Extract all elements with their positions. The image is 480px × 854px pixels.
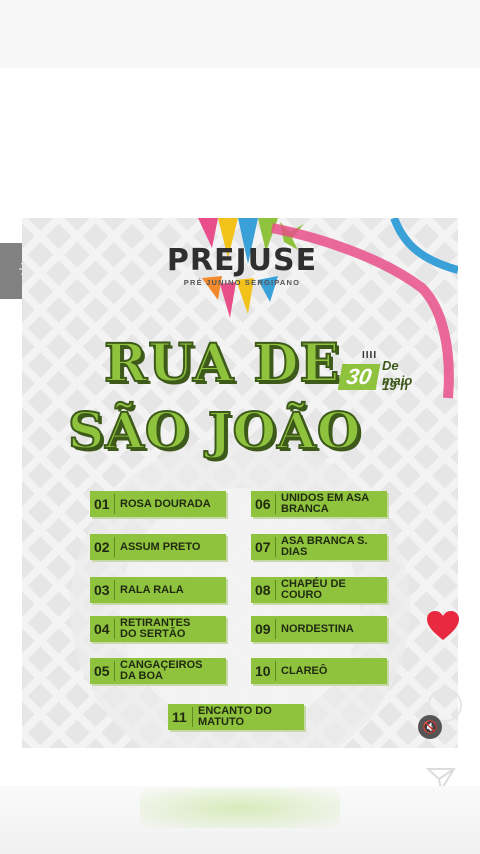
bottom-glow	[140, 788, 340, 828]
lineup-divider	[114, 580, 115, 600]
lineup-item: 11 ENCANTO DO MATUTO	[168, 704, 304, 730]
lineup-label: RETIRANTES DO SERTÃO	[120, 617, 191, 640]
mute-icon[interactable]: 🔇	[418, 715, 442, 739]
lineup-label: ENCANTO DO MATUTO	[198, 705, 272, 728]
lineup-divider	[275, 580, 276, 600]
logo-subtitle: PRÉ JUNINO SERGIPANO	[183, 278, 301, 287]
lineup-label: ASSUM PRETO	[120, 540, 201, 553]
lineup-divider	[275, 661, 276, 681]
lineup-label: ASA BRANCA S. DIAS	[281, 535, 368, 558]
lineup-divider	[114, 619, 115, 639]
lineup-number: 03	[94, 582, 110, 598]
lineup-divider	[114, 537, 115, 557]
lineup-label: UNIDOS EM ASA BRANCA	[281, 492, 370, 515]
lineup-number: 05	[94, 663, 110, 679]
lineup-label: ROSA DOURADA	[120, 497, 211, 510]
date-ticks: IIII	[362, 350, 378, 361]
lineup-label: CLAREÔ	[281, 664, 328, 677]
lineup-label: CANGAÇEIROS DA BOA	[120, 659, 203, 682]
post-image: PREJUSE PRÉ JUNINO SERGIPANO RUA DE SÃO …	[22, 218, 458, 748]
logo-name: PREJUSE	[166, 243, 318, 278]
lineup-item: 01 ROSA DOURADA	[90, 491, 226, 517]
lineup-item: 03 RALA RALA	[90, 577, 226, 603]
lineup-number: 08	[255, 582, 271, 598]
date-day: 30	[337, 364, 381, 390]
lineup-divider	[192, 707, 193, 727]
lineup-item: 07 ASA BRANCA S. DIAS	[251, 534, 387, 560]
heart-icon[interactable]	[425, 610, 461, 642]
lineup-item: 08 CHAPÉU DE COURO	[251, 577, 387, 603]
lineup-number: 01	[94, 496, 110, 512]
date-time: 19 h	[382, 378, 409, 393]
lineup-number: 06	[255, 496, 271, 512]
lineup-divider	[114, 494, 115, 514]
headline-line2: SÃO JOÃO	[67, 401, 362, 461]
lineup-divider	[114, 661, 115, 681]
lineup-number: 02	[94, 539, 110, 555]
top-bar	[0, 0, 480, 66]
event-date: IIII 30 De maio 19 h	[337, 350, 422, 398]
lineup-divider	[275, 537, 276, 557]
lineup-number: 10	[255, 663, 271, 679]
lineup-divider	[275, 494, 276, 514]
lineup-number: 11	[172, 709, 187, 725]
lineup-item: 10 CLAREÔ	[251, 658, 387, 684]
lineup-divider	[275, 619, 276, 639]
lineup-item: 04 RETIRANTES DO SERTÃO	[90, 616, 226, 642]
lineup-number: 07	[255, 539, 271, 555]
lineup-item: 06 UNIDOS EM ASA BRANCA	[251, 491, 387, 517]
lineup-item: 09 NORDESTINA	[251, 616, 387, 642]
festival-background	[22, 218, 458, 748]
lineup-item: 02 ASSUM PRETO	[90, 534, 226, 560]
lineup-number: 04	[94, 621, 110, 637]
lineup-label: CHAPÉU DE COURO	[281, 578, 346, 601]
prejuse-logo: PREJUSE PRÉ JUNINO SERGIPANO	[162, 243, 322, 288]
lineup-number: 09	[255, 621, 271, 637]
lineup-item: 05 CANGAÇEIROS DA BOA	[90, 658, 226, 684]
headline-line1: RUA DE	[103, 333, 341, 395]
lineup-label: NORDESTINA	[281, 622, 354, 635]
lineup-label: RALA RALA	[120, 583, 184, 596]
